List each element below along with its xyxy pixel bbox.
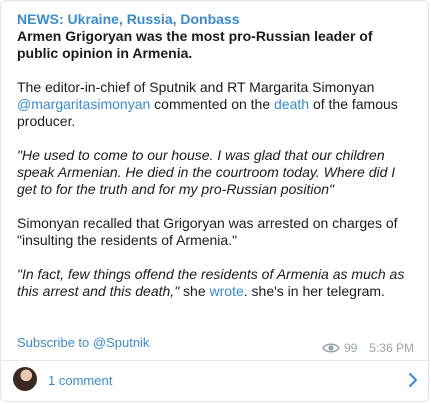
subscribe-link[interactable]: Subscribe to @Sputnik bbox=[17, 335, 149, 350]
wrote-link[interactable]: wrote bbox=[210, 283, 244, 299]
post-paragraph-3: Simonyan recalled that Grigoryan was arr… bbox=[17, 215, 398, 248]
paragraph-text: . she's in her telegram. bbox=[243, 283, 385, 299]
post-paragraph-1: The editor-in-chief of Sputnik and RT Ma… bbox=[17, 79, 417, 130]
post-time: 5:36 PM bbox=[369, 341, 414, 355]
post-meta: 99 5:36 PM bbox=[322, 341, 414, 355]
mention-link[interactable]: @margaritasimonyan bbox=[17, 96, 150, 112]
post-headline: Armen Grigoryan was the most pro-Russian… bbox=[17, 28, 373, 61]
paragraph-text: commented on the bbox=[150, 96, 275, 112]
comments-row[interactable]: 1 comment bbox=[1, 361, 430, 401]
chevron-right-icon[interactable] bbox=[406, 371, 420, 389]
paragraph-text: The editor-in-chief of Sputnik and RT Ma… bbox=[17, 79, 375, 95]
eye-icon bbox=[322, 343, 340, 353]
view-count: 99 bbox=[343, 341, 358, 355]
telegram-post-card: NEWS: Ukraine, Russia, Donbass Armen Gri… bbox=[0, 0, 430, 402]
comments-link[interactable]: 1 comment bbox=[48, 373, 112, 388]
avatar bbox=[13, 367, 37, 391]
post-quote: "He used to come to our house. I was gla… bbox=[17, 147, 396, 197]
post-body: NEWS: Ukraine, Russia, Donbass Armen Gri… bbox=[17, 11, 417, 300]
channel-tag[interactable]: NEWS: Ukraine, Russia, Donbass bbox=[17, 11, 417, 28]
death-link[interactable]: death bbox=[274, 96, 309, 112]
post-paragraph-4: "In fact, few things offend the resident… bbox=[17, 266, 417, 300]
paragraph-text: she bbox=[179, 283, 210, 299]
